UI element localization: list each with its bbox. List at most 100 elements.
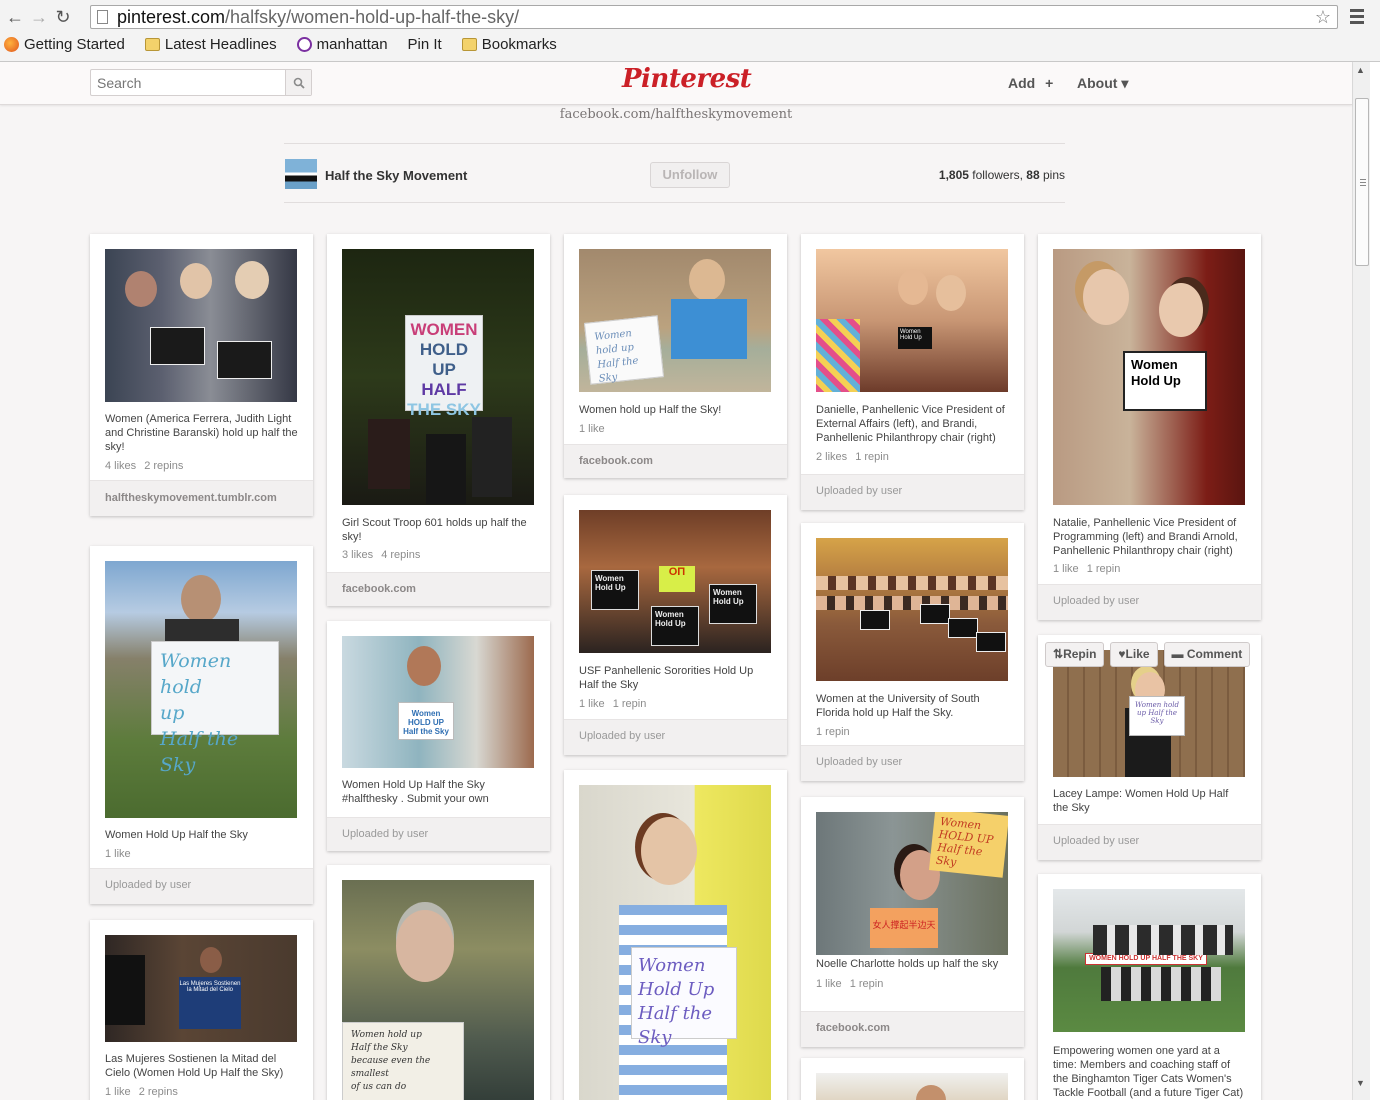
bookmark-bookmarks[interactable]: Bookmarks [461,36,557,53]
owner-name[interactable]: Half the Sky Movement [325,168,467,183]
add-menu[interactable]: Add + [1008,75,1053,91]
pin-image[interactable]: Women HOLD UP Half the Sky 女人撑起半边天 [816,812,1008,955]
about-menu[interactable]: About ▾ [1077,75,1128,92]
pin-image[interactable] [816,538,1008,681]
pin-card[interactable]: Las Mujeres Sostienen la Mitad del Cielo… [90,920,313,1100]
pin-source[interactable]: Uploaded by user [564,719,787,755]
vertical-scrollbar[interactable]: ▲ ▼ [1352,62,1370,1100]
pin-image[interactable]: Women hold up Half the Sky [579,249,771,392]
browser-chrome: ← → ↻ pinterest.com/halfsky/women-hold-u… [0,0,1380,154]
bookmark-latest-headlines[interactable]: Latest Headlines [144,36,277,53]
pin-card[interactable]: Women hold up Half the Sky because even th… [327,865,550,1100]
pin-source[interactable]: Uploaded by user [1038,824,1261,860]
menu-icon[interactable] [1350,9,1364,27]
bookmark-getting-started[interactable]: Getting Started [4,36,125,53]
bookmarks-bar: Getting Started Latest Headlines manhatt… [4,36,557,154]
pin-card[interactable]: WOMEN HOLD UP HALF THE SKY Girl Scout Troop… [327,234,550,606]
board-stats: 1,805 followers, 88 pins [938,168,1065,182]
pin-source[interactable]: Uploaded by user [1038,584,1261,620]
pin-source[interactable]: Uploaded by user [90,868,313,904]
scroll-down-icon[interactable]: ▼ [1356,1078,1365,1088]
repin-button[interactable]: ⇅Repin [1045,642,1105,667]
pin-stats: 1 like 1 repin [579,698,647,710]
pin-image[interactable]: Women Hold Up [816,249,1008,392]
pin-card[interactable]: Women hold up Half the Sky Women hold up… [564,234,787,478]
comment-icon: ▬ [1171,647,1184,661]
pin-source[interactable]: Uploaded by user [801,745,1024,781]
pin-card[interactable]: Women HOLD UP Half the Sky 女人撑起半边天 Noell… [801,797,1024,1047]
bookmark-manhattan[interactable]: manhattan [296,36,388,53]
search-input[interactable] [91,70,286,95]
page-icon [97,10,108,24]
site-header: Pinterest Add + About ▾ [0,62,1352,105]
board-source-link[interactable]: facebook.com/halftheskymovement [0,107,1352,122]
folder-icon [461,38,477,51]
forward-arrow-icon[interactable]: → [30,6,48,28]
pin-source[interactable]: Uploaded by user [801,474,1024,510]
pin-card[interactable]: Women (America Ferrera, Judith Light and… [90,234,313,516]
pin-description: Noelle Charlotte holds up half the sky [816,958,999,970]
pin-stats: 1 like [579,423,605,435]
url-domain: pinterest.com [117,7,226,27]
pin-image[interactable]: Women Hold Up [1053,249,1245,505]
pin-image[interactable]: Women hold up Half the Sky [1053,650,1245,777]
pin-image[interactable]: Women Hold Up Women Hold Up Women Hold Up Ο… [579,510,771,653]
owner-avatar[interactable] [285,159,317,189]
unfollow-button[interactable]: Unfollow [650,162,730,188]
comment-button[interactable]: ▬ Comment [1163,642,1251,667]
peace-icon [296,37,312,52]
pin-source[interactable]: Uploaded by user [327,817,550,851]
pin-description: Girl Scout Troop 601 holds up half the s… [342,517,527,543]
pin-source[interactable]: halftheskymovement.tumblr.com [90,480,313,516]
pin-card[interactable]: Women Hold Up Half the Sky [564,770,787,1100]
pin-source[interactable]: facebook.com [801,1011,1024,1047]
pin-description: Lacey Lampe: Women Hold Up Half the Sky [1053,788,1229,814]
pin-card[interactable]: Women Hold Up Danielle, Panhellenic Vice … [801,234,1024,510]
firefox-icon [4,37,19,52]
pin-description: Women (America Ferrera, Judith Light and… [105,413,298,453]
about-label: About [1077,75,1118,91]
pin-description: Natalie, Panhellenic Vice President of P… [1053,517,1238,557]
pin-stats: 1 like 1 repin [816,978,884,990]
pin-image[interactable]: Las Mujeres Sostienen la Mitad del Cielo [105,935,297,1042]
pin-image[interactable]: Women hold up Half the Sky because even th… [342,880,534,1100]
pin-image[interactable]: WOMEN HOLD UP HALF THE SKY [1053,889,1245,1032]
pin-stats: 1 like [105,848,131,860]
bookmark-pin-it[interactable]: Pin It [4,36,442,154]
pin-image[interactable]: Women HOLD UP Half the Sky [342,636,534,768]
reload-icon[interactable]: ↻ [54,6,72,28]
pin-description: Danielle, Panhellenic Vice President of … [816,404,1005,444]
pin-description: Las Mujeres Sostienen la Mitad del Cielo… [105,1053,284,1079]
pin-card[interactable]: ⇅Repin ♥Like ▬ Comment Women hold up Hal… [1038,635,1261,860]
back-arrow-icon[interactable]: ← [6,6,24,28]
pin-description: Women hold up Half the Sky! [579,404,722,416]
bookmark-star-icon[interactable]: ☆ [1315,6,1331,28]
pin-description: Women Hold Up Half the Sky [105,829,248,841]
chevron-down-icon: ▾ [1121,75,1129,91]
address-bar[interactable]: pinterest.com/halfsky/women-hold-up-half… [90,5,1338,29]
pin-image[interactable] [816,1073,1008,1100]
pin-card[interactable]: Women Hold Up Natalie, Panhellenic Vice P… [1038,234,1261,620]
like-button[interactable]: ♥Like [1110,642,1158,667]
board-page: facebook.com/halftheskymovement Half the… [0,105,1352,1100]
pin-description: Women at the University of South Florida… [816,693,980,719]
pin-image[interactable]: Women Hold Up Half the Sky [579,785,771,1100]
browser-nav: ← → ↻ [6,6,72,28]
pin-image[interactable]: Women hold up Half the Sky [105,561,297,818]
pin-image[interactable]: WOMEN HOLD UP HALF THE SKY [342,249,534,505]
pin-image[interactable] [105,249,297,402]
pin-card[interactable]: WOMEN HOLD UP HALF THE SKY Empowering wo… [1038,874,1261,1100]
pin-source[interactable]: facebook.com [327,572,550,606]
pin-card[interactable]: Women HOLD UP Half the Sky Women Hold Up H… [327,621,550,851]
pin-card[interactable]: Women hold up Half the Sky Women Hold Up H… [90,546,313,904]
scroll-thumb[interactable] [1355,98,1369,266]
pin-card[interactable]: Women Hold Up Women Hold Up Women Hold Up Ο… [564,495,787,755]
pin-card[interactable]: Women at the University of South Florida… [801,523,1024,781]
pin-source[interactable]: facebook.com [564,444,787,478]
pin-stats: 1 repin [816,726,850,738]
pin-stats: 2 likes 1 repin [816,451,889,463]
search-icon[interactable] [285,70,311,95]
scroll-up-icon[interactable]: ▲ [1356,65,1365,75]
pin-card[interactable] [801,1058,1024,1100]
pinterest-logo[interactable]: Pinterest [622,64,752,94]
